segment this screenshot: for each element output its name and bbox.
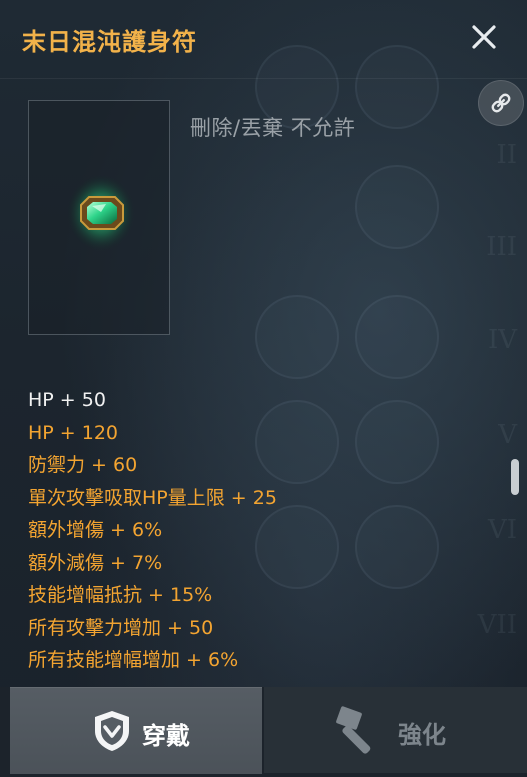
item-restriction-text: 刪除/丟棄 不允許 xyxy=(190,116,356,140)
equip-button[interactable]: 穿戴 xyxy=(10,687,262,774)
shield-icon xyxy=(95,711,129,751)
background-ghost-numeral: III xyxy=(486,232,517,262)
stat-line: 單次攻擊吸取HP量上限 + 25 xyxy=(28,486,277,509)
scrollbar-thumb[interactable] xyxy=(511,459,519,495)
background-ghost-circle xyxy=(255,295,339,379)
stat-line: 技能增幅抵抗 + 15% xyxy=(28,584,213,606)
item-stats-list: HP + 50 HP + 120 防禦力 + 60 單次攻擊吸取HP量上限 + … xyxy=(28,384,498,677)
action-bar: 穿戴 強化 xyxy=(0,687,527,777)
hammer-icon xyxy=(336,706,371,754)
link-button[interactable] xyxy=(478,80,524,126)
close-button[interactable] xyxy=(469,22,499,52)
enhance-button-label: 強化 xyxy=(398,721,446,749)
item-title: 末日混沌護身符 xyxy=(22,28,197,56)
equip-button-label: 穿戴 xyxy=(142,722,190,750)
background-ghost-circle xyxy=(355,165,439,249)
background-ghost-circle xyxy=(355,295,439,379)
item-preview-frame xyxy=(28,100,170,335)
stat-line: 所有技能增幅增加 + 6% xyxy=(28,649,239,671)
green-gem-amulet-icon xyxy=(67,175,135,251)
background-ghost-numeral: IV xyxy=(487,325,517,355)
background-ghost-numeral: V xyxy=(498,420,517,450)
stat-line: HP + 50 xyxy=(28,389,106,411)
stat-line: 所有攻擊力增加 + 50 xyxy=(28,616,214,639)
item-tooltip-panel: II III IV V VI VII 末日混沌護身符 刪除/丟棄 不允許 HP … xyxy=(0,0,527,777)
stat-line: 防禦力 + 60 xyxy=(28,454,138,476)
background-ghost-numeral: II xyxy=(496,140,517,170)
close-icon xyxy=(472,25,496,49)
link-icon xyxy=(491,93,511,113)
stat-line: 額外減傷 + 7% xyxy=(28,551,163,574)
tooltip-header: 末日混沌護身符 xyxy=(0,0,527,79)
stat-line: 額外增傷 + 6% xyxy=(28,519,163,541)
enhance-button[interactable]: 強化 xyxy=(264,687,527,773)
stat-line: HP + 120 xyxy=(28,421,119,444)
